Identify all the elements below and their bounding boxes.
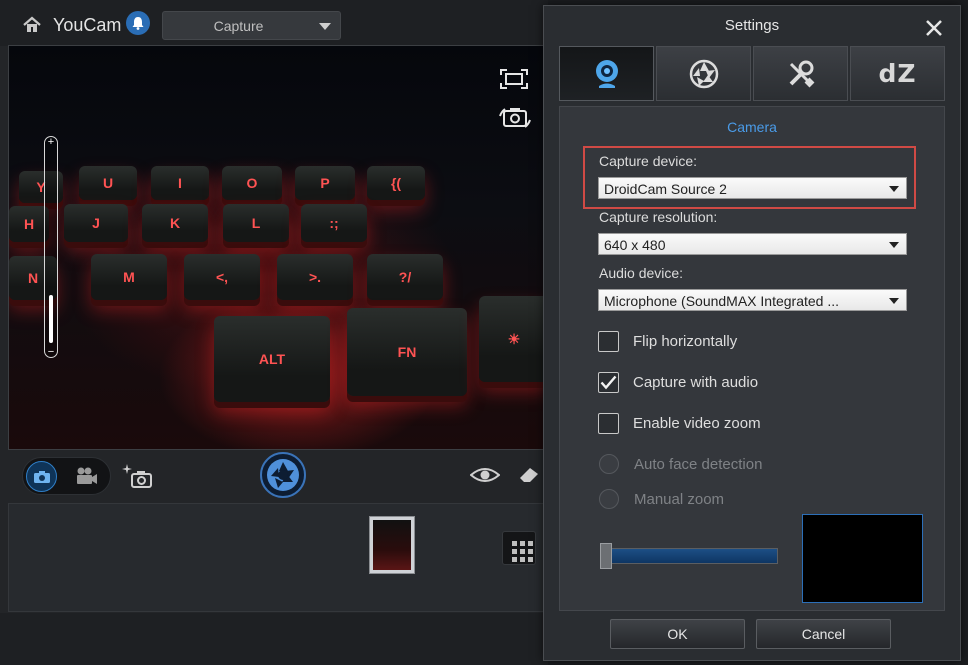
mode-dropdown[interactable]: Capture bbox=[162, 11, 341, 40]
manual-zoom-radio[interactable] bbox=[599, 489, 619, 509]
cancel-button[interactable]: Cancel bbox=[756, 619, 891, 649]
captured-thumbnail[interactable] bbox=[369, 516, 415, 574]
capture-with-audio-row[interactable]: Capture with audio bbox=[598, 371, 758, 393]
zoom-out-label[interactable]: − bbox=[45, 346, 57, 358]
enable-video-zoom-label: Enable video zoom bbox=[633, 414, 761, 432]
capture-device-dropdown[interactable]: DroidCam Source 2 bbox=[598, 177, 907, 199]
keyboard-key: <, bbox=[184, 254, 260, 300]
capture-with-audio-checkbox[interactable] bbox=[598, 371, 619, 393]
chevron-down-icon bbox=[889, 298, 899, 304]
chevron-down-icon bbox=[889, 242, 899, 248]
close-icon[interactable] bbox=[925, 19, 943, 37]
effects-camera-icon[interactable] bbox=[121, 462, 153, 490]
audio-device-value: Microphone (SoundMAX Integrated ... bbox=[604, 293, 840, 309]
keyboard-key: >. bbox=[277, 254, 353, 300]
audio-device-label: Audio device: bbox=[599, 265, 684, 281]
settings-dialog: Settings dZ Camera Capture device: Droid… bbox=[543, 5, 961, 661]
keyboard-key: H bbox=[9, 206, 49, 242]
capture-device-label: Capture device: bbox=[599, 153, 698, 169]
keyboard-key: O bbox=[222, 166, 282, 200]
flip-horizontally-row[interactable]: Flip horizontally bbox=[598, 330, 737, 352]
tools-icon bbox=[789, 60, 814, 87]
keyboard-key: K bbox=[142, 204, 208, 242]
flip-horizontally-checkbox[interactable] bbox=[598, 330, 619, 352]
bottom-strip bbox=[0, 613, 548, 665]
keyboard-key: L bbox=[223, 204, 289, 242]
app-title: YouCam bbox=[53, 15, 122, 35]
camera-settings-panel: Camera Capture device: DroidCam Source 2… bbox=[559, 106, 945, 611]
enable-video-zoom-row[interactable]: Enable video zoom bbox=[598, 412, 761, 434]
zoom-slider[interactable]: + − bbox=[44, 136, 58, 358]
control-bar bbox=[8, 452, 548, 500]
keyboard-key: :; bbox=[301, 204, 367, 242]
settings-tabs: dZ bbox=[559, 46, 945, 101]
grid-view-icon[interactable] bbox=[502, 531, 536, 565]
aperture-icon bbox=[689, 59, 718, 88]
webcam-icon bbox=[595, 59, 618, 88]
video-camera-icon[interactable] bbox=[75, 466, 99, 486]
keyboard-key: P bbox=[295, 166, 355, 200]
zoom-preview-box bbox=[802, 514, 923, 603]
auto-face-detection-row[interactable]: Auto face detection bbox=[599, 453, 762, 475]
fullscreen-icon[interactable] bbox=[499, 68, 529, 90]
mode-dropdown-value: Capture bbox=[213, 18, 264, 34]
capture-mode-toggle[interactable] bbox=[22, 457, 111, 495]
zoom-level-slider-thumb[interactable] bbox=[600, 543, 612, 569]
flip-horizontally-label: Flip horizontally bbox=[633, 332, 738, 350]
switch-camera-icon[interactable] bbox=[497, 104, 533, 132]
chevron-down-icon bbox=[319, 23, 331, 30]
tab-camera[interactable] bbox=[559, 46, 654, 101]
youcam-window: YouCam Capture Y U I O P {( H J K L :; N… bbox=[0, 0, 548, 665]
capture-with-audio-label: Capture with audio bbox=[633, 373, 759, 391]
camera-preview: Y U I O P {( H J K L :; N M <, >. ?/ ALT… bbox=[8, 45, 545, 450]
capture-device-value: DroidCam Source 2 bbox=[604, 181, 727, 197]
aperture-icon bbox=[267, 459, 299, 491]
capture-shutter-button[interactable] bbox=[260, 452, 306, 498]
chevron-down-icon bbox=[889, 186, 899, 192]
top-bar: YouCam Capture bbox=[0, 0, 548, 46]
eye-icon[interactable] bbox=[470, 465, 500, 485]
keyboard-key: {( bbox=[367, 166, 425, 200]
keyboard-key: FN bbox=[347, 308, 467, 396]
tab-dz-label: dZ bbox=[878, 59, 917, 88]
keyboard-key: M bbox=[91, 254, 167, 300]
capture-resolution-label: Capture resolution: bbox=[599, 209, 718, 225]
keyboard-key: J bbox=[64, 204, 128, 242]
tab-tools[interactable] bbox=[753, 46, 848, 101]
section-title: Camera bbox=[727, 119, 777, 135]
zoom-level-slider[interactable] bbox=[601, 548, 778, 564]
auto-face-detection-radio[interactable] bbox=[599, 454, 619, 474]
tab-dz[interactable]: dZ bbox=[850, 46, 945, 101]
zoom-in-label[interactable]: + bbox=[45, 136, 57, 148]
capture-gallery bbox=[8, 503, 548, 612]
photo-mode-button[interactable] bbox=[26, 461, 57, 492]
ok-button[interactable]: OK bbox=[610, 619, 745, 649]
eraser-icon[interactable] bbox=[518, 466, 540, 484]
keyboard-key: ?/ bbox=[367, 254, 443, 300]
auto-face-detection-label: Auto face detection bbox=[634, 455, 763, 473]
audio-device-dropdown[interactable]: Microphone (SoundMAX Integrated ... bbox=[598, 289, 907, 311]
manual-zoom-row[interactable]: Manual zoom bbox=[599, 488, 724, 510]
capture-resolution-value: 640 x 480 bbox=[604, 237, 666, 253]
manual-zoom-label: Manual zoom bbox=[634, 490, 725, 508]
camera-icon bbox=[33, 470, 50, 483]
keyboard-key: U bbox=[79, 166, 137, 200]
dialog-title: Settings bbox=[724, 17, 780, 34]
notification-bell-icon[interactable] bbox=[126, 11, 150, 35]
enable-video-zoom-checkbox[interactable] bbox=[598, 412, 619, 434]
tab-capture[interactable] bbox=[656, 46, 751, 101]
capture-resolution-dropdown[interactable]: 640 x 480 bbox=[598, 233, 907, 255]
checkmark-icon bbox=[600, 375, 617, 389]
home-icon[interactable] bbox=[22, 15, 42, 35]
zoom-slider-fill bbox=[49, 295, 53, 343]
keyboard-key: ALT bbox=[214, 316, 330, 402]
keyboard-key: I bbox=[151, 166, 209, 200]
keyboard-key: ☀ bbox=[479, 296, 544, 382]
